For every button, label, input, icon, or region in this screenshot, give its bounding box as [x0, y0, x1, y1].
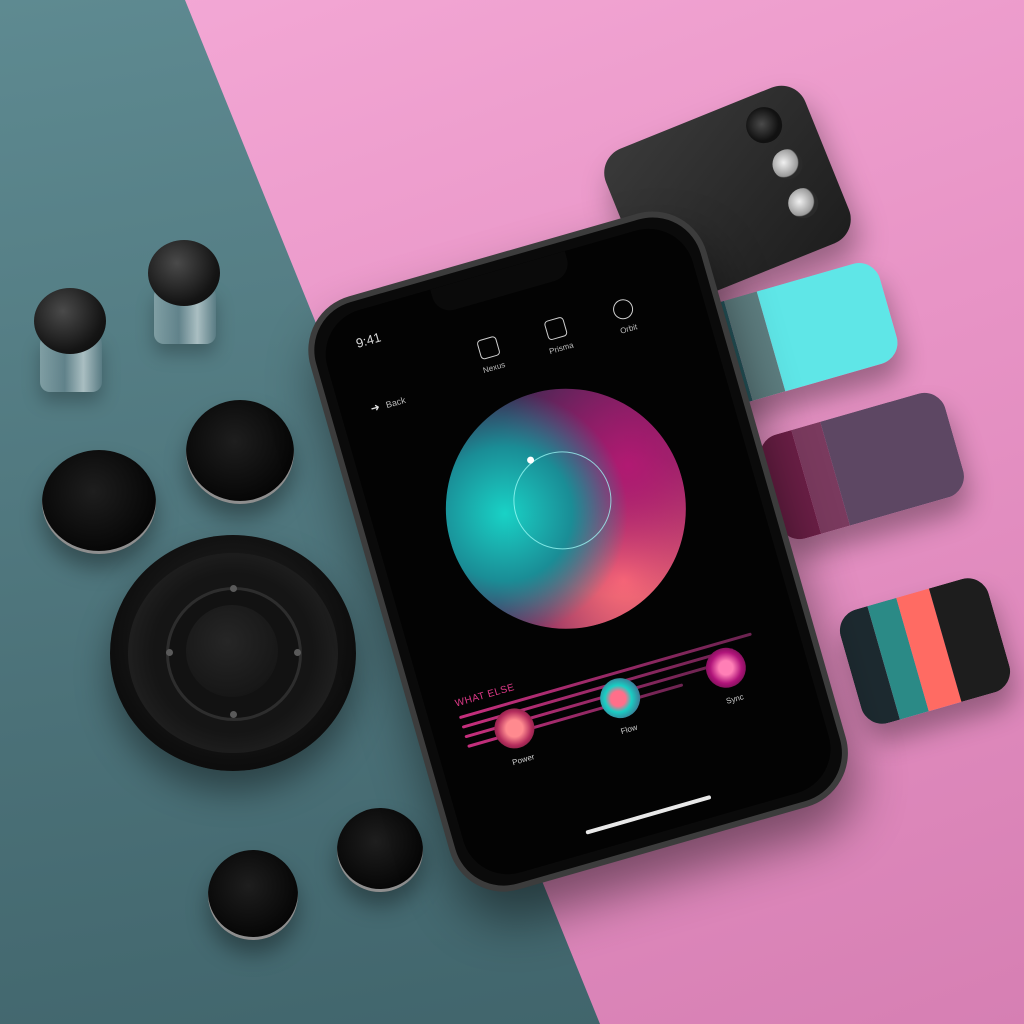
gradient-orb[interactable]	[417, 360, 715, 658]
action-label: Power	[511, 752, 536, 768]
disc-1	[186, 400, 294, 504]
arrow-left-icon: ➜	[369, 401, 382, 416]
camera-lens-icon	[767, 144, 807, 184]
phone-notch	[430, 251, 572, 315]
top-item-orbit[interactable]: Orbit	[582, 289, 669, 345]
back-label: Back	[384, 394, 407, 411]
disc-2	[42, 450, 156, 554]
disc-3	[337, 808, 423, 892]
purple-pack	[754, 387, 970, 545]
status-time: 9:41	[354, 329, 383, 351]
camera-lens-icon	[740, 101, 788, 149]
scene-background: 9:41 Nexus Prisma Orbit ➜ Back WHAT ELSE…	[0, 0, 1024, 1024]
dock-core	[186, 605, 278, 697]
gallery-icon	[543, 316, 569, 341]
dock-bolt	[294, 649, 301, 656]
disc-4	[208, 850, 298, 940]
orb-ring	[501, 439, 624, 561]
dock-bolt	[230, 585, 237, 592]
home-indicator[interactable]	[585, 794, 712, 835]
paper-plane-icon	[476, 335, 501, 361]
round-dock	[110, 535, 356, 771]
camera-lens-icon	[783, 183, 823, 223]
bottle-right	[148, 240, 226, 350]
dock-bolt	[230, 711, 237, 718]
top-item-label: Orbit	[619, 322, 639, 336]
bottle-cap	[148, 240, 220, 306]
action-label: Sync	[725, 692, 745, 706]
globe-icon	[610, 296, 636, 322]
bottle-left	[34, 288, 112, 398]
dock-bolt	[166, 649, 173, 656]
bottle-cap	[34, 288, 106, 354]
striped-pack	[834, 573, 1016, 729]
action-label: Flow	[619, 722, 639, 737]
